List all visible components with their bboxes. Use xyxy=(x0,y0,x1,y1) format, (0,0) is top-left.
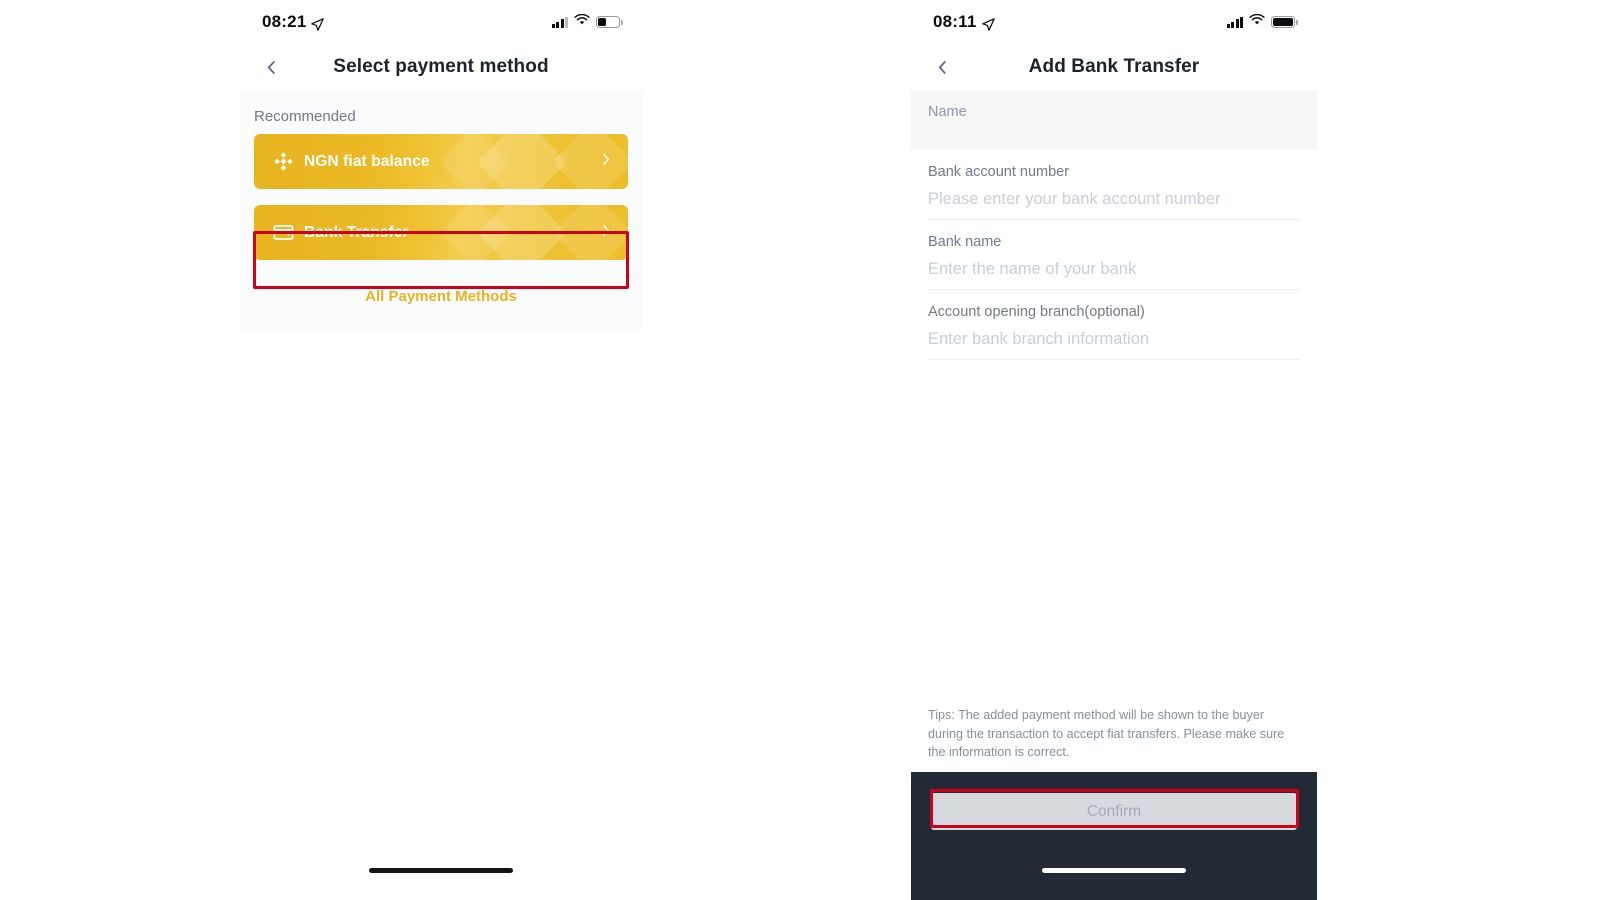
payment-method-list: NGN fiat balance Bank Transfer xyxy=(240,134,642,260)
add-bank-transfer-screen: 08:11 Add Bank Transfer Name Bank accoun… xyxy=(911,0,1317,900)
bank-name-label: Bank name xyxy=(928,234,1002,250)
home-indicator-left xyxy=(369,868,513,873)
payment-method-ngn-fiat-balance[interactable]: NGN fiat balance xyxy=(254,134,628,189)
payment-method-label: Bank Transfer xyxy=(304,223,409,241)
bank-transfer-form: Name Bank account number Please enter yo… xyxy=(911,90,1317,360)
location-arrow-icon xyxy=(311,16,325,31)
cellular-signal-icon xyxy=(551,16,568,28)
wifi-icon xyxy=(1249,13,1265,31)
bank-account-number-field[interactable]: Bank account number Please enter your ba… xyxy=(928,150,1300,220)
account-opening-branch-label: Account opening branch(optional) xyxy=(928,304,1145,320)
cellular-signal-icon xyxy=(1226,16,1243,28)
account-opening-branch-input[interactable]: Enter bank branch information xyxy=(928,330,1300,349)
status-bar-time-group: 08:21 xyxy=(262,12,325,32)
status-bar-right: 08:11 xyxy=(911,0,1317,44)
tips-text: Tips: The added payment method will be s… xyxy=(928,708,1285,759)
battery-icon xyxy=(596,16,623,28)
name-field-label: Name xyxy=(928,104,967,120)
location-arrow-icon xyxy=(981,16,995,31)
payment-method-label: NGN fiat balance xyxy=(304,152,430,170)
chevron-right-icon xyxy=(597,151,614,173)
status-bar-indicators-right xyxy=(1226,13,1298,31)
home-indicator-right xyxy=(1042,868,1186,873)
name-field[interactable]: Name xyxy=(911,90,1317,150)
bank-name-field[interactable]: Bank name Enter the name of your bank xyxy=(928,220,1300,290)
bank-card-icon xyxy=(270,220,296,246)
recommended-section-label: Recommended xyxy=(254,108,356,125)
status-bar-time-group: 08:11 xyxy=(933,12,995,32)
status-bar-time: 08:21 xyxy=(262,12,307,31)
status-bar-left: 08:21 xyxy=(240,0,642,44)
chevron-right-icon xyxy=(597,222,614,244)
account-opening-branch-field[interactable]: Account opening branch(optional) Enter b… xyxy=(928,290,1300,360)
all-payment-methods-link[interactable]: All Payment Methods xyxy=(240,276,642,307)
wifi-icon xyxy=(574,13,590,31)
back-button[interactable] xyxy=(927,52,957,82)
status-bar-time: 08:11 xyxy=(933,12,977,31)
payment-methods-body: Recommended NGN fiat balance Bank Transf… xyxy=(240,90,642,331)
confirm-button[interactable]: Confirm xyxy=(931,793,1297,830)
bank-account-number-label: Bank account number xyxy=(928,164,1070,180)
bank-account-number-input[interactable]: Please enter your bank account number xyxy=(928,190,1300,209)
payment-method-bank-transfer[interactable]: Bank Transfer xyxy=(254,205,628,260)
footer-action-bar: Confirm xyxy=(911,772,1317,900)
page-title: Add Bank Transfer xyxy=(1028,56,1200,77)
screenshot-stage: 08:21 Select payment method Recommended … xyxy=(0,0,1600,900)
bank-name-input[interactable]: Enter the name of your bank xyxy=(928,260,1300,279)
binance-diamond-icon xyxy=(270,149,296,175)
battery-icon xyxy=(1271,16,1298,28)
nav-bar-left: Select payment method xyxy=(240,44,642,90)
status-bar-indicators-left xyxy=(551,13,623,31)
page-title: Select payment method xyxy=(333,56,549,77)
back-button[interactable] xyxy=(256,52,286,82)
select-payment-method-screen: 08:21 Select payment method Recommended … xyxy=(240,0,642,900)
nav-bar-right: Add Bank Transfer xyxy=(911,44,1317,90)
